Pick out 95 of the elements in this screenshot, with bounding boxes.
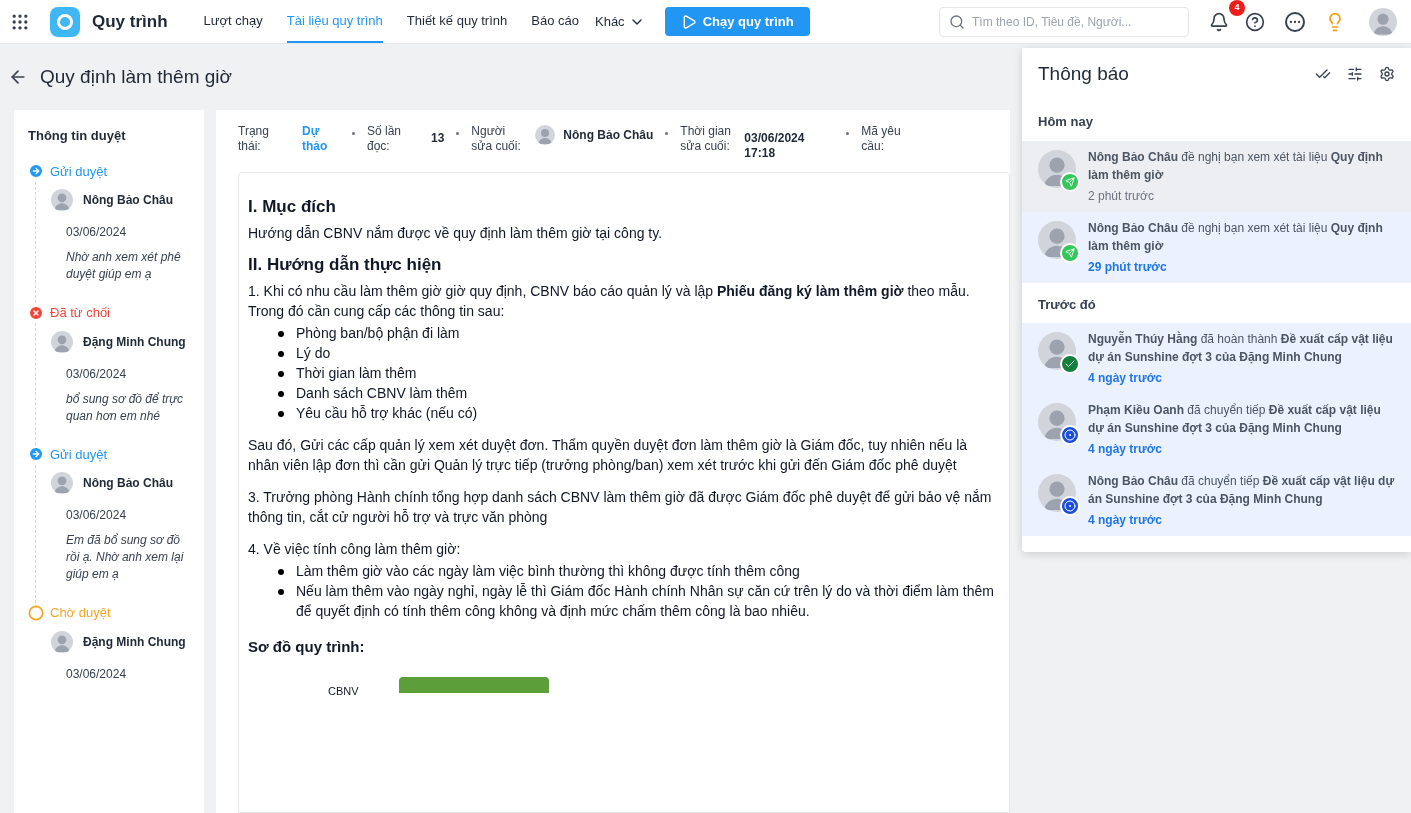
list-item: Danh sách CBNV làm thêm xyxy=(296,384,468,403)
step-status: Đã từ chối xyxy=(50,304,110,322)
meta-value: Dự thảo xyxy=(302,124,329,154)
step-status: Gửi duyệt xyxy=(50,445,108,464)
notification-time: 4 ngày trước xyxy=(1088,441,1163,458)
app-logo-icon xyxy=(50,6,80,37)
person-avatar xyxy=(51,472,73,494)
arrow-circle-icon xyxy=(28,446,44,463)
step-status: Gửi duyệt xyxy=(50,162,108,181)
check-badge-icon xyxy=(1060,354,1080,374)
list-item: Nếu làm thêm vào ngày nghỉ, ngày lễ thì Giám đốc Hành chính Nhân sự căn cứ trên lý do và thời điểm làm thêm để quyết định có tính thêm công không và định mức chấm thêm công là bao nhiêu. xyxy=(296,582,995,621)
panel-title: Thông tin duyệt xyxy=(28,127,127,145)
step-note: Em đã bổ sung sơ đồ rồi ạ. Nhờ anh xem lại giúp em ạ xyxy=(65,532,185,583)
notification-button[interactable] xyxy=(1209,11,1229,32)
notification-item[interactable]: Phạm Kiều Oanh đã chuyển tiếp Đề xuất cấp vật liệu dự án Sunshine đợt 3 của Đặng Minh Chung 4 ngày trước xyxy=(1022,394,1411,465)
meta-value: 03/06/2024 17:18 xyxy=(744,131,806,161)
section-heading: I. Mục đích xyxy=(248,197,337,217)
meta-label: Người sửa cuối: xyxy=(471,124,522,154)
section-heading: II. Hướng dẫn thực hiện xyxy=(248,255,443,275)
settings-icon[interactable] xyxy=(1379,66,1395,82)
notification-count: 4 xyxy=(1229,0,1245,16)
diagram-heading: Sơ đồ quy trình: xyxy=(248,637,366,657)
notification-text: Nguyễn Thúy Hằng đã hoàn thành Đề xuất cấp vật liệu dự án Sunshine đợt 3 của Đặng Minh Chung xyxy=(1088,330,1394,366)
notification-item[interactable]: Nông Bảo Châu đề nghị bạn xem xét tài liệu Quy định làm thêm giờ 29 phút trước xyxy=(1022,211,1411,283)
search-icon xyxy=(949,13,965,30)
meta-label: Trạng thái: xyxy=(238,124,270,154)
list-item: Thời gian làm thêm xyxy=(296,364,417,383)
person-name: Nông Bảo Châu xyxy=(83,475,173,492)
more-menu[interactable]: Khác xyxy=(595,0,645,43)
app-name: Quy trình xyxy=(92,10,168,33)
notification-text: Phạm Kiều Oanh đã chuyển tiếp Đề xuất cấp vật liệu dự án Sunshine đợt 3 của Đặng Minh Chung xyxy=(1088,402,1382,437)
paragraph: 4. Về việc tính công làm thêm giờ: xyxy=(248,540,462,559)
more-icon[interactable] xyxy=(1285,11,1305,32)
bullet-icon xyxy=(278,569,284,575)
arrow-circle-icon xyxy=(28,163,44,180)
notification-item[interactable]: Nguyễn Thúy Hằng đã hoàn thành Đề xuất cấp vật liệu dự án Sunshine đợt 3 của Đặng Minh Chung 4 ngày trước xyxy=(1022,323,1411,394)
step-status: Chờ duyệt xyxy=(50,604,111,622)
step-date: 03/06/2024 xyxy=(65,365,128,383)
paragraph: 1. Khi có nhu cầu làm thêm giờ giờ quy định, CBNV báo cáo quản lý và lập Phiếu đăng ký làm thêm giờ theo mẫu. Trong đó cần cung cấp các thông tin sau: xyxy=(248,282,971,321)
group-label: Hôm nay xyxy=(1037,113,1094,131)
bullet-icon xyxy=(278,371,284,377)
bullet-icon xyxy=(278,411,284,417)
diagram-label: CBNV xyxy=(328,684,359,699)
circle-icon xyxy=(28,604,44,621)
person-avatar xyxy=(51,630,73,653)
step-date: 03/06/2024 xyxy=(65,507,128,524)
bullet-icon xyxy=(278,331,284,337)
list-item: Yêu cầu hỗ trợ khác (nếu có) xyxy=(296,404,478,423)
step-date: 03/06/2024 xyxy=(65,665,128,683)
person-avatar xyxy=(51,330,73,353)
notification-item[interactable]: Nông Bảo Châu đề nghị bạn xem xét tài liệu Quy định làm thêm giờ 2 phút trước xyxy=(1022,140,1411,212)
person-avatar xyxy=(51,189,73,211)
step-note: Nhờ anh xem xét phê duyệt giúp em ạ xyxy=(65,249,182,283)
list-item: Làm thêm giờ vào các ngày làm việc bình thường thì không được tính thêm công xyxy=(296,562,800,581)
bullet-icon xyxy=(278,351,284,357)
person-name: Đặng Minh Chung xyxy=(83,633,186,651)
meta-label: Mã yêu cầu: xyxy=(861,124,902,154)
paragraph: 3. Trưởng phòng Hành chính tổng hợp danh sách CBNV làm thêm giờ đã được Giám đốc phê duyệt để gửi bảo vệ nắm thông tin, cắt cử người hỗ trợ và trực văn phòng xyxy=(248,488,993,527)
cross-circle-icon xyxy=(28,304,44,321)
meta-value: Nông Bảo Châu xyxy=(563,127,654,144)
user-avatar xyxy=(1369,7,1397,36)
notification-item[interactable]: Nông Bảo Châu đã chuyển tiếp Đề xuất cấp vật liệu dự án Sunshine đợt 3 của Đặng Minh Chung 4 ngày trước xyxy=(1022,465,1411,536)
nav-tab[interactable]: Lượt chạy xyxy=(203,0,263,43)
page-title: Quy định làm thêm giờ xyxy=(40,64,232,89)
notification-time: 29 phút trước xyxy=(1088,258,1168,276)
help-icon[interactable] xyxy=(1245,11,1265,32)
meta-label: Số lần đọc: xyxy=(367,124,403,154)
step-note: bổ sung sơ đồ để trực quan hơn em nhé xyxy=(65,390,184,425)
step-date: 03/06/2024 xyxy=(65,224,128,241)
target-badge-icon xyxy=(1060,496,1080,516)
notification-text: Nông Bảo Châu đã chuyển tiếp Đề xuất cấp vật liệu dự án Sunshine đợt 3 của Đặng Minh Chung xyxy=(1088,473,1395,508)
person-name: Đặng Minh Chung xyxy=(83,333,186,351)
panel-title: Thông báo xyxy=(1038,61,1130,86)
nav-tab[interactable]: Báo cáo xyxy=(531,0,579,43)
notification-text: Nông Bảo Châu đề nghị bạn xem xét tài liệu Quy định làm thêm giờ xyxy=(1088,219,1384,255)
bell-icon xyxy=(1209,11,1229,32)
bullet-icon xyxy=(278,391,284,397)
notification-text: Nông Bảo Châu đề nghị bạn xem xét tài liệu Quy định làm thêm giờ xyxy=(1088,148,1384,184)
notification-time: 4 ngày trước xyxy=(1088,512,1163,529)
bullet-icon xyxy=(278,589,284,595)
paragraph: Hướng dẫn CBNV nắm được về quy định làm thêm giờ tại công ty. xyxy=(248,224,664,243)
paragraph: Sau đó, Gửi các cấp quản lý xem xét duyệt đơn. Thẩm quyền duyệt đơn làm thêm giờ là Giám đốc, tuy nhiên nếu là nhân viên lập đơn thì cần gửi Quản lý trực tiếp (trưởng phòng/ban) xem xét trước khi gửi đến Giám đốc phê duyệt xyxy=(248,436,969,475)
person-avatar xyxy=(535,125,556,145)
target-badge-icon xyxy=(1060,425,1080,445)
list-item: Lý do xyxy=(296,344,331,363)
filter-icon[interactable] xyxy=(1347,66,1363,82)
person-name: Nông Bảo Châu xyxy=(83,192,173,209)
nav-tab[interactable]: Thiết kế quy trình xyxy=(406,0,508,43)
search-field[interactable]: Tìm theo ID, Tiêu đề, Người... xyxy=(939,6,1189,37)
notification-time: 4 ngày trước xyxy=(1088,370,1163,387)
meta-label: Thời gian sửa cuối: xyxy=(680,124,732,154)
list-item: Phòng ban/bộ phận đi làm xyxy=(296,324,460,343)
group-label: Trước đó xyxy=(1037,295,1097,314)
meta-value: 13 xyxy=(431,131,445,146)
notification-time: 2 phút trước xyxy=(1088,187,1155,205)
